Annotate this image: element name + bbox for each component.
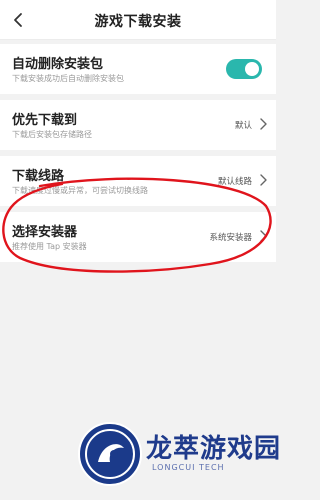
setting-subtitle: 下载后安装包存储路径	[12, 130, 92, 139]
toggle-knob	[245, 62, 259, 76]
setting-title: 自动删除安装包	[12, 57, 104, 72]
setting-subtitle: 下载安装成功后自动删除安装包	[12, 74, 124, 83]
setting-auto-delete[interactable]: 自动删除安装包 下载安装成功后自动删除安装包	[0, 44, 276, 94]
setting-value: 默认	[234, 121, 252, 131]
watermark-badge-icon	[78, 422, 142, 486]
auto-delete-toggle[interactable]	[226, 59, 262, 79]
setting-value: 系统安装器	[209, 233, 252, 243]
setting-title: 下载线路	[12, 169, 65, 184]
chevron-right-icon	[260, 174, 267, 186]
watermark-subtext: LONGCUI TECH	[152, 463, 225, 472]
setting-title: 优先下载到	[12, 113, 78, 128]
setting-download-route[interactable]: 下载线路 下载速度过慢或异常，可尝试切换线路 默认线路	[0, 156, 276, 206]
setting-download-location[interactable]: 优先下载到 下载后安装包存储路径 默认	[0, 100, 276, 150]
setting-title: 选择安装器	[12, 225, 78, 240]
screen: 游戏下载安装 自动删除安装包 下载安装成功后自动删除安装包 优先下载到 下载后安…	[0, 0, 280, 500]
chevron-right-icon	[260, 118, 267, 130]
chevron-right-icon	[260, 230, 267, 242]
setting-subtitle: 推荐使用 Tap 安装器	[12, 242, 87, 251]
watermark-text: 龙萃游戏园	[146, 434, 282, 464]
page-title: 游戏下载安装	[94, 14, 182, 30]
watermark-logo: 龙萃游戏园 LONGCUI TECH	[78, 422, 280, 494]
setting-installer[interactable]: 选择安装器 推荐使用 Tap 安装器 系统安装器	[0, 212, 276, 262]
setting-value: 默认线路	[217, 177, 252, 187]
setting-subtitle: 下载速度过慢或异常，可尝试切换线路	[12, 186, 148, 195]
top-bar: 游戏下载安装	[0, 0, 276, 40]
